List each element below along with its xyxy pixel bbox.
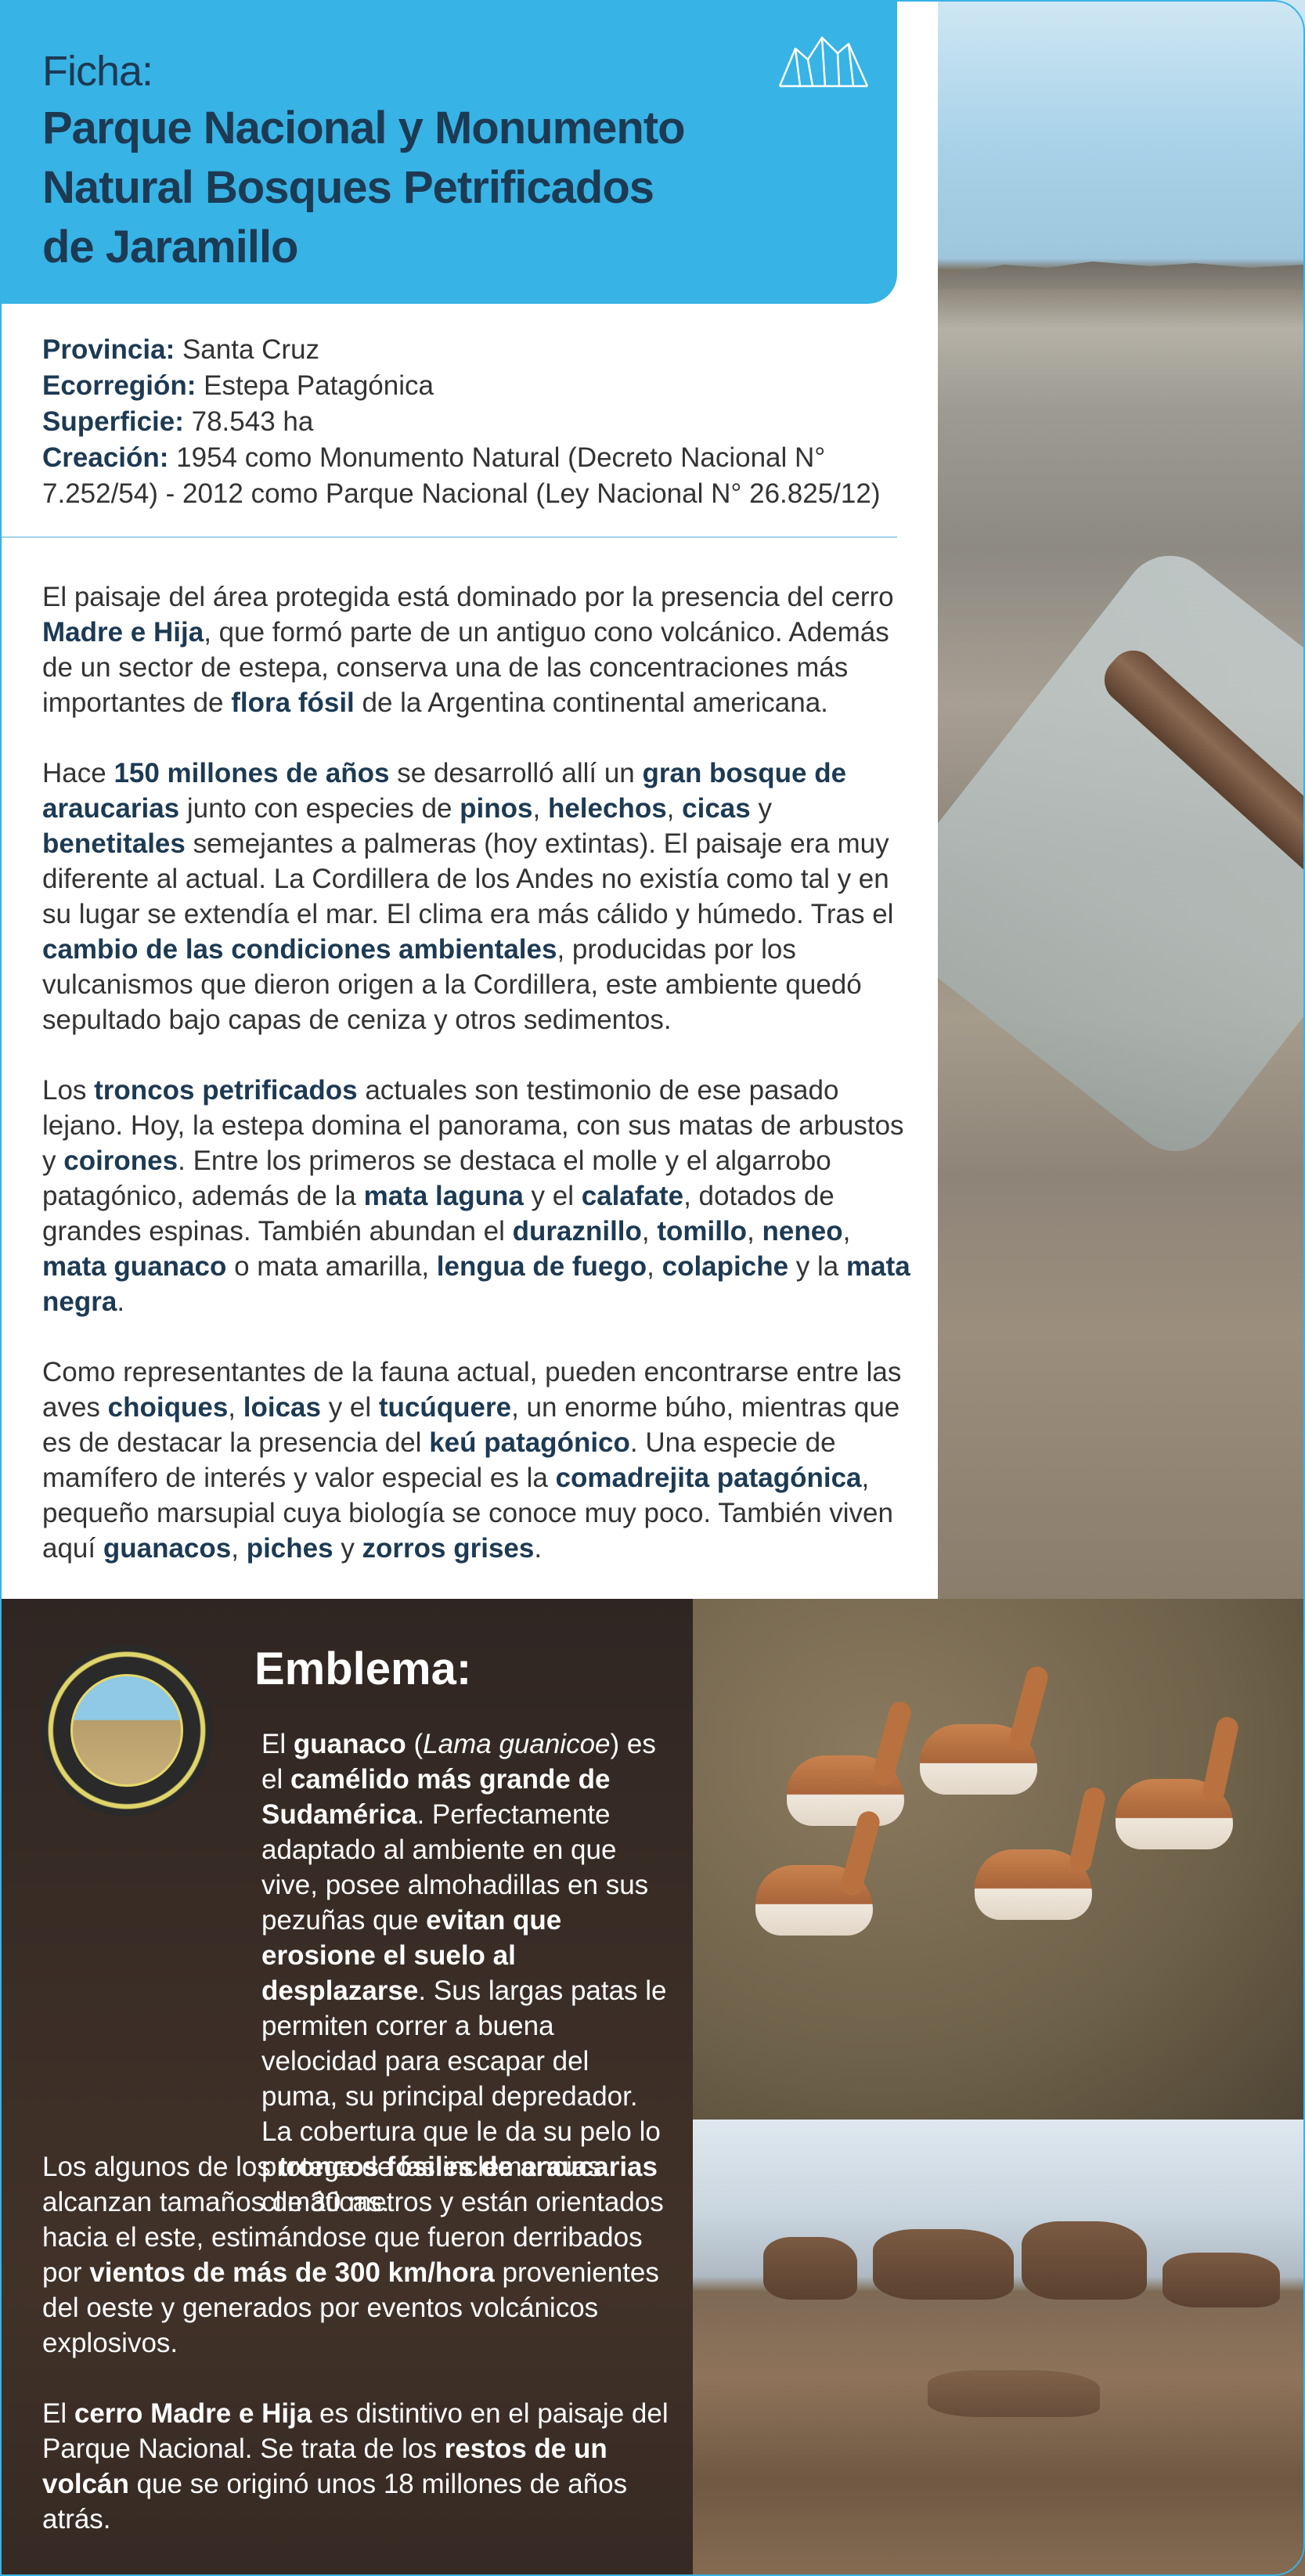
guanaco-neck <box>1067 1785 1108 1874</box>
emblem-title: Emblema: <box>254 1643 472 1694</box>
emblem-description: El guanaco (Lama guanicoe) es el camélid… <box>261 1729 667 2217</box>
description: El paisaje del área protegida está domin… <box>42 579 911 1601</box>
header-card: Ficha: Parque Nacional y Monumento Natur… <box>0 0 897 304</box>
divider <box>0 536 897 538</box>
fossil-description: Los algunos de los troncos fósiles de ar… <box>42 2149 669 2572</box>
paragraph-fauna: Como representantes de la fauna actual, … <box>42 1357 902 1564</box>
fact-provincia: Provincia: Santa Cruz <box>42 334 320 365</box>
guanaco-photo <box>693 1599 1305 2120</box>
paragraph-history: Hace 150 millones de años se desarrolló … <box>42 758 894 1035</box>
paragraph-volcano: El cerro Madre e Hija es distintivo en e… <box>42 2398 669 2535</box>
paragraph-flora: Los troncos petrificados actuales son te… <box>42 1075 910 1317</box>
mesa-silhouette <box>938 262 1305 290</box>
rock <box>1163 2253 1280 2307</box>
paragraph-landscape: El paisaje del área protegida está domin… <box>42 582 894 718</box>
page-title: Parque Nacional y Monumento Natural Bosq… <box>42 103 686 272</box>
rock <box>928 2370 1100 2417</box>
fact-superficie: Superficie: 78.543 ha <box>42 406 314 437</box>
ficha-label: Ficha: <box>42 48 153 95</box>
park-facts: Provincia: Santa Cruz Ecorregión: Estepa… <box>42 332 888 512</box>
guanaco-neck <box>870 1699 914 1788</box>
fact-ecorregion: Ecorregión: Estepa Patagónica <box>42 370 434 401</box>
rock <box>1022 2221 1147 2300</box>
paragraph-fossil-trunks: Los algunos de los troncos fósiles de ar… <box>42 2152 664 2358</box>
guanaco-neck <box>1007 1664 1051 1753</box>
rock <box>873 2229 1014 2300</box>
mountain-logo-icon <box>778 36 869 88</box>
rocks-photo <box>693 2120 1305 2576</box>
landscape-photo <box>938 0 1305 1599</box>
fact-creacion: Creación: 1954 como Monumento Natural (D… <box>42 442 881 509</box>
trail-path <box>938 536 1305 1171</box>
rock <box>763 2237 857 2300</box>
guanaco-neck <box>1200 1715 1241 1804</box>
